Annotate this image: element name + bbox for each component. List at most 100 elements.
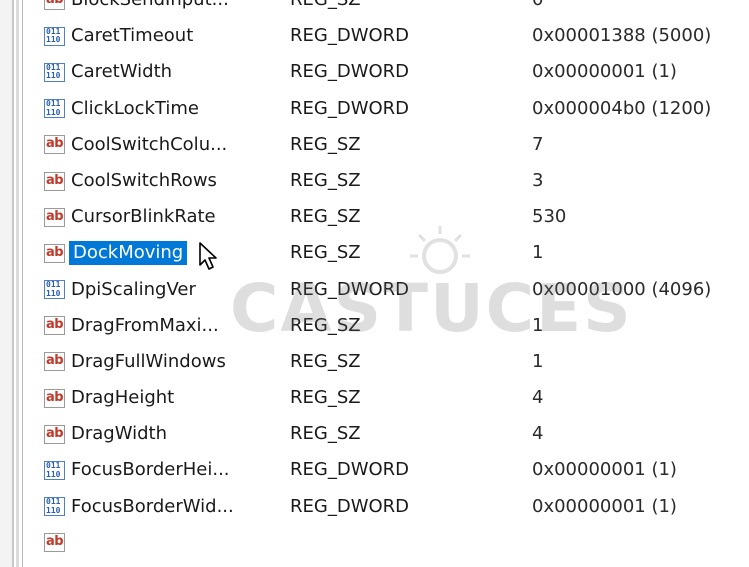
list-item[interactable]: ab [34,525,749,561]
value-name-cell[interactable]: ab CoolSwitchRows [44,163,217,199]
value-data-cell: 3 [532,169,544,191]
value-data-cell: 1 [532,314,544,336]
value-type-cell: REG_DWORD [290,25,410,47]
value-name: 011 110 CaretTimeout [44,18,193,54]
value-name-cell[interactable]: ab DragWidth [44,416,167,452]
value-type-cell: REG_DWORD [290,61,410,83]
value-data-cell: 4 [532,387,544,409]
reg-dword-icon: 011 110 [44,99,65,119]
list-item[interactable]: 011 110 FocusBorderWid... REG_DWORD 0x000000… [34,489,749,525]
value-data-cell: 0 [532,0,543,18]
value-data-cell: 7 [532,133,544,155]
value-name-cell[interactable]: ab [44,525,71,561]
value-name-cell[interactable]: 011 110 CaretWidth [44,54,172,90]
list-item[interactable]: ab CoolSwitchColu... REG_SZ 7 [34,127,749,163]
value-name: 011 110 CaretWidth [44,54,172,90]
registry-editor-value-pane: ab BlockSendInput... REG_SZ 0 011110 CaretTim… [0,0,749,567]
value-name-label: ClickLockTime [71,97,199,119]
value-name-label: DragFullWindows [71,350,226,372]
value-type-cell: REG_SZ [290,242,361,264]
reg-dword-icon: 011 110 [44,461,65,481]
value-name-label: FocusBorderHei... [71,459,230,481]
value-data-cell: 1 [532,242,544,264]
list-item[interactable]: ab DragHeight REG_SZ 4 [34,380,749,416]
value-name: 011 110 ClickLockTime [44,91,199,127]
value-name-cell[interactable]: 011 110 FocusBorderHei... [44,452,230,488]
value-name: ab CoolSwitchColu... [44,127,227,163]
value-data-cell: 0x00000001 (1) [532,61,677,83]
value-name-label: CaretTimeout [71,25,194,47]
reg-sz-icon: ab [44,316,65,336]
values-list: ab BlockSendInput... REG_SZ 0 011110 CaretTim… [34,0,749,561]
value-name-cell[interactable]: 011 110 DpiScalingVer [44,272,196,308]
value-name-cell[interactable]: ab CoolSwitchColu... [44,127,227,163]
list-item[interactable]: 011 110 CaretTimeout REG_DWORD 0x00001388 (5… [34,18,749,54]
value-name-cell[interactable]: 011 110 CaretTimeout [44,18,193,54]
value-name: ab DockMoving [44,235,188,271]
list-item[interactable]: ab DockMoving REG_SZ 1 [34,235,749,271]
reg-dword-icon: 011 110 [44,62,65,82]
value-name-label: CoolSwitchColu... [71,133,228,155]
value-data-cell: 1 [532,350,544,372]
reg-sz-icon: ab [44,424,65,444]
list-border [22,0,23,567]
list-item[interactable]: ab CursorBlinkRate REG_SZ 530 [34,199,749,235]
list-item[interactable]: ab DragFullWindows REG_SZ 1 [34,344,749,380]
pane-border [12,0,14,567]
value-type-cell: REG_SZ [290,350,361,372]
reg-sz-icon: ab [44,171,65,191]
value-name-cell[interactable]: 011 110 ClickLockTime [44,91,199,127]
value-data-cell: 0x00001388 (5000) [532,25,712,47]
mouse-pointer-icon [199,242,217,271]
value-data-cell: 0x00000001 (1) [532,459,677,481]
value-name-cell[interactable]: 011 110 FocusBorderWid... [44,489,234,525]
value-name-cell[interactable]: ab DragFromMaxi... [44,308,219,344]
value-name-label: CoolSwitchRows [71,169,217,191]
value-type-cell: REG_SZ [290,169,361,191]
list-item[interactable]: ab DragFromMaxi... REG_SZ 1 [34,308,749,344]
value-name: 011 110 DpiScalingVer [44,272,196,308]
value-name: ab DragHeight [44,380,174,416]
value-name: 011 110 FocusBorderHei... [44,452,230,488]
reg-sz-icon: ab [44,352,65,372]
value-name: ab [44,525,71,561]
value-type-cell: REG_DWORD [290,278,410,300]
value-name: ab DragFromMaxi... [44,308,219,344]
value-name-label: BlockSendInput... [71,0,229,18]
value-data-cell: 0x00000001 (1) [532,495,677,517]
list-item[interactable]: ab CoolSwitchRows REG_SZ 3 [34,163,749,199]
reg-sz-icon: ab [44,135,65,155]
reg-dword-icon: 011 110 [44,26,65,46]
list-item[interactable]: 011 110 ClickLockTime REG_DWORD 0x000004b0 (… [34,91,749,127]
reg-sz-icon: ab [44,388,65,408]
value-data-cell: 0x00001000 (4096) [532,278,712,300]
value-name: 011 110 FocusBorderWid... [44,489,234,525]
value-name-cell[interactable]: ab DockMoving [44,235,217,271]
list-item[interactable]: 011 110 FocusBorderHei... REG_DWORD 0x000000… [34,452,749,488]
list-item[interactable]: 011 110 DpiScalingVer REG_DWORD 0x00001000 (… [34,272,749,308]
value-type-cell: REG_SZ [290,387,361,409]
value-name-label: FocusBorderWid... [71,495,234,517]
value-name-cell[interactable]: ab CursorBlinkRate [44,199,216,235]
reg-sz-icon: ab [44,0,65,10]
reg-dword-icon: 011 110 [44,497,65,517]
value-data-cell: 4 [532,423,544,445]
value-name-cell[interactable]: ab BlockSendInput... [44,0,229,18]
list-item[interactable]: ab BlockSendInput... REG_SZ 0 [34,0,749,18]
value-type-cell: REG_DWORD [290,495,410,517]
value-type-cell: REG_SZ [290,314,361,336]
list-item[interactable]: ab DragWidth REG_SZ 4 [34,416,749,452]
splitter[interactable] [16,0,19,567]
value-name-label: CursorBlinkRate [71,206,216,228]
value-type-cell: REG_SZ [290,133,361,155]
value-name: ab DragFullWindows [44,344,226,380]
value-name-cell[interactable]: ab DragHeight [44,380,174,416]
reg-dword-icon: 011 110 [44,280,65,300]
value-type-cell: REG_SZ [290,206,361,228]
value-type-cell: REG_DWORD [290,97,410,119]
value-name-label: DpiScalingVer [71,278,196,300]
value-name-label: CaretWidth [71,61,173,83]
value-name-cell[interactable]: ab DragFullWindows [44,344,226,380]
list-item[interactable]: 011 110 CaretWidth REG_DWORD 0x00000001 (1) [34,54,749,90]
value-type-cell: REG_SZ [290,0,361,18]
